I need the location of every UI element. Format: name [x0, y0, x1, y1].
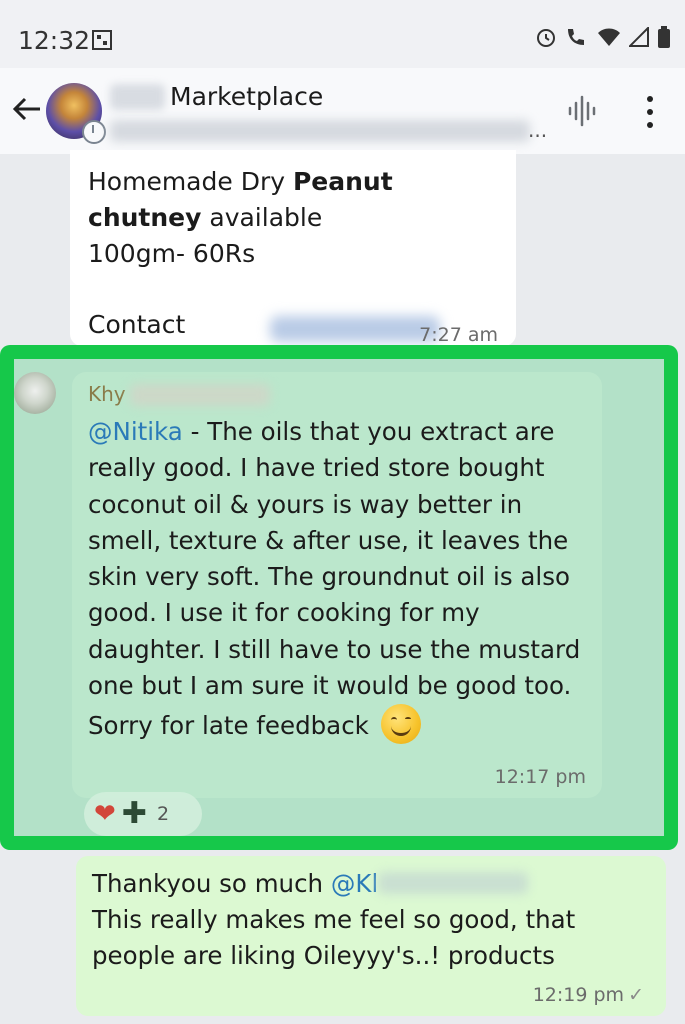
subtitle-ellipsis: ...	[528, 118, 548, 142]
message-bubble-highlighted[interactable]: Khy @Nitika - The oils that you extract …	[72, 372, 602, 798]
chat-title[interactable]: Marketplace	[170, 82, 323, 111]
contact-label: Contact	[88, 310, 186, 339]
blurred-subtitle	[110, 120, 530, 142]
chat-header: Marketplace ...	[0, 68, 685, 154]
clock-badge-icon	[82, 120, 106, 144]
message-bubble[interactable]: Homemade Dry Peanut chutney available 10…	[70, 150, 516, 346]
alarm-icon	[537, 29, 555, 47]
signal-icon	[629, 27, 649, 47]
reactions-bar[interactable]: ❤ ✚ 2	[84, 792, 202, 836]
status-time: 12:32	[18, 26, 91, 55]
message-time: 7:27 am	[419, 324, 498, 346]
message-text: Homemade Dry Peanut chutney available 10…	[88, 167, 393, 268]
message-time: 12:19 pm ✓	[532, 984, 644, 1006]
battery-icon	[658, 26, 670, 48]
plus-reaction-icon: ✚	[121, 796, 147, 831]
reaction-count: 2	[156, 803, 170, 825]
voice-chat-icon[interactable]	[566, 94, 600, 128]
outgoing-message-bubble[interactable]: Thankyou so much @Kl This really makes m…	[76, 856, 666, 1016]
sender-name[interactable]: Khy	[88, 382, 126, 406]
wifi-icon	[598, 28, 620, 46]
message-text: Thankyou so much @Kl This really makes m…	[92, 869, 576, 970]
sent-check-icon: ✓	[628, 984, 644, 1006]
message-text: @Nitika - The oils that you extract are …	[88, 414, 588, 745]
smiling-emoji-icon	[380, 704, 421, 745]
more-options-icon[interactable]	[638, 94, 662, 130]
blurred-mention	[378, 872, 529, 894]
sender-avatar[interactable]	[14, 372, 56, 414]
blurred-phone-number	[270, 316, 440, 342]
back-arrow-icon[interactable]	[10, 92, 44, 126]
blurred-title	[110, 84, 165, 110]
message-time: 12:17 pm	[494, 766, 586, 788]
screen-record-icon	[92, 30, 112, 50]
wifi-call-icon	[568, 29, 584, 45]
mention-link[interactable]: @Nitika	[88, 417, 183, 446]
mention-link[interactable]: @Kl	[331, 869, 378, 898]
heart-reaction-icon: ❤	[94, 799, 116, 829]
blurred-sender-name	[130, 384, 270, 406]
